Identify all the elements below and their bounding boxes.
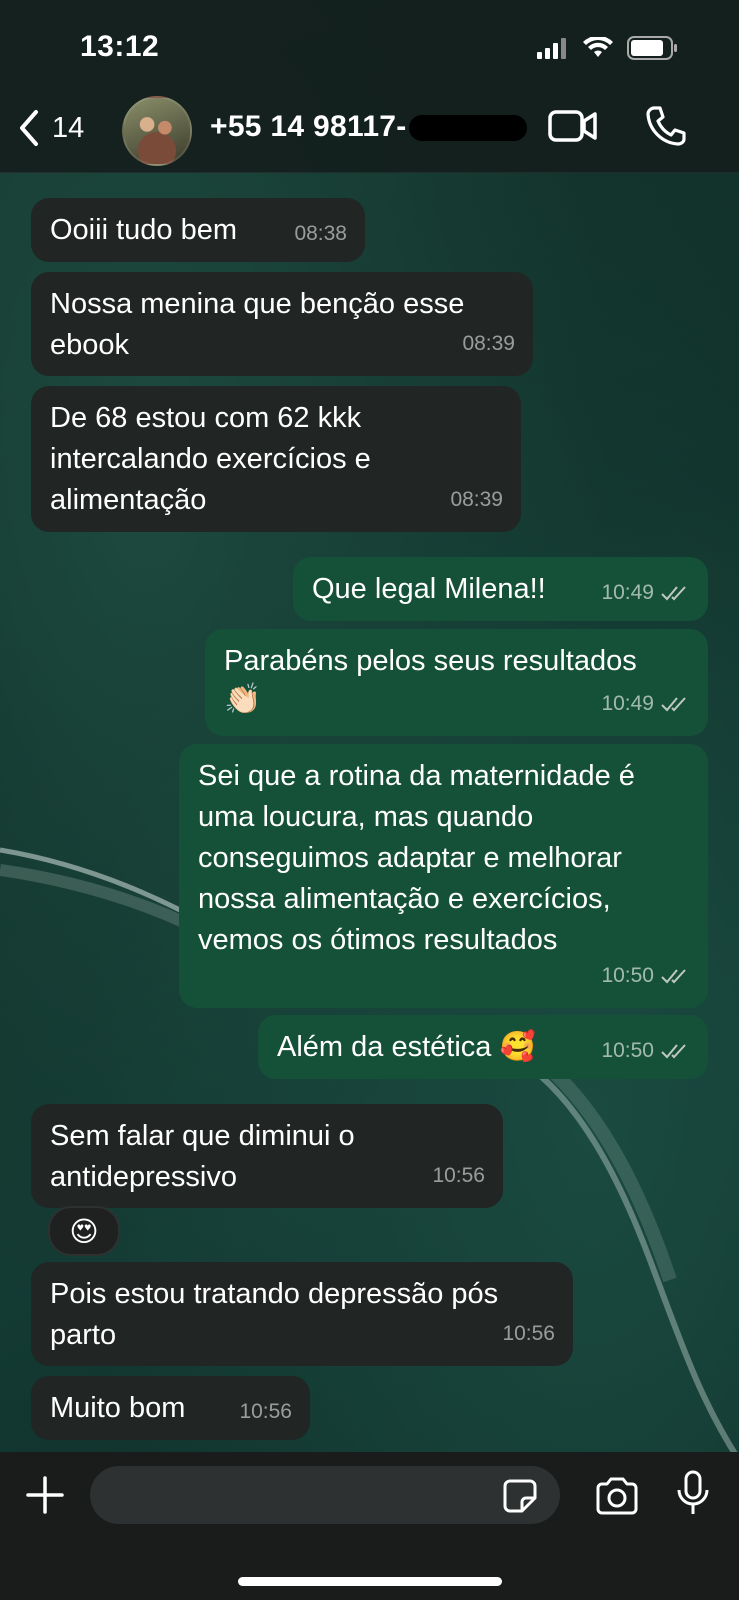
message-time: 10:56 [502,1322,555,1345]
message-time: 10:49 [601,692,654,715]
plus-icon [26,1476,64,1514]
message-time: 08:38 [294,222,347,245]
status-icons [537,36,679,60]
chat-nav: 14 +55 14 98117- [0,92,739,166]
phone-icon [646,106,686,146]
status-bar: 13:12 [0,0,739,90]
message-input[interactable] [90,1466,560,1524]
message-reaction[interactable]: 😍 [48,1206,120,1256]
message-text: Sem falar que diminui o antidepressivo [50,1120,363,1193]
contact-number: +55 14 98117- [210,110,407,143]
voice-call-button[interactable] [644,104,688,153]
message-text: Sei que a rotina da maternidade é uma lo… [198,760,643,956]
read-receipt-icon [661,585,686,600]
message-bubble-incoming[interactable]: Ooiii tudo bem 08:38 [31,198,365,262]
message-time: 08:39 [450,488,503,511]
avatar[interactable] [122,96,192,166]
camera-button[interactable] [594,1476,640,1521]
attach-button[interactable] [24,1474,66,1521]
message-time: 10:56 [432,1164,485,1187]
message-text: Nossa menina que benção esse ebook [50,288,473,361]
message-bubble-incoming[interactable]: Pois estou tratando depressão pós parto … [31,1262,573,1366]
message-bubble-incoming[interactable]: Muito bom 10:56 [31,1376,310,1440]
heart-eyes-emoji: 😍 [69,1215,99,1247]
microphone-button[interactable] [676,1470,710,1523]
message-bubble-incoming[interactable]: Nossa menina que benção esse ebook 08:39 [31,272,533,376]
message-bubble-outgoing[interactable]: Parabéns pelos seus resultados 👏🏻 10:49 [205,629,708,736]
video-call-button[interactable] [548,106,598,151]
message-bubble-outgoing[interactable]: Que legal Milena!! 10:49 [293,557,708,621]
sticker-button[interactable] [502,1478,538,1519]
message-time: 10:50 [601,964,654,987]
message-time: 10:49 [601,581,654,604]
message-text: Pois estou tratando depressão pós parto [50,1278,507,1351]
chevron-left-icon [20,110,38,146]
cellular-signal-icon [537,38,566,59]
microphone-icon [677,1470,709,1514]
sticker-icon [503,1479,537,1513]
back-button[interactable]: 14 [16,102,84,154]
read-receipt-icon [661,1043,686,1058]
read-receipt-icon [661,696,686,711]
message-bubble-outgoing[interactable]: Além da estética 🥰 10:50 [258,1015,708,1079]
message-bubble-incoming[interactable]: Sem falar que diminui o antidepressivo 1… [31,1104,503,1208]
video-camera-icon [548,110,597,142]
wifi-icon [583,37,613,57]
message-text: Parabéns pelos seus resultados [224,645,637,677]
message-time: 10:56 [239,1400,292,1423]
redaction-mark [408,115,527,142]
home-indicator [238,1577,502,1586]
message-bubble-incoming[interactable]: De 68 estou com 62 kkk intercalando exer… [31,386,521,532]
read-receipt-icon [661,968,686,983]
camera-icon [596,1477,638,1515]
contact-name[interactable]: +55 14 98117- [210,110,527,144]
status-time: 13:12 [80,30,160,63]
message-time: 10:50 [601,1039,654,1062]
message-bubble-outgoing[interactable]: Sei que a rotina da maternidade é uma lo… [179,744,708,1008]
battery-icon [627,36,677,60]
chat-header: 13:12 14 +55 14 98117- [0,0,739,173]
message-text: De 68 estou com 62 kkk intercalando exer… [50,402,379,516]
message-input-bar [0,1452,739,1600]
message-time: 08:39 [462,332,515,355]
unread-count: 14 [52,111,85,144]
